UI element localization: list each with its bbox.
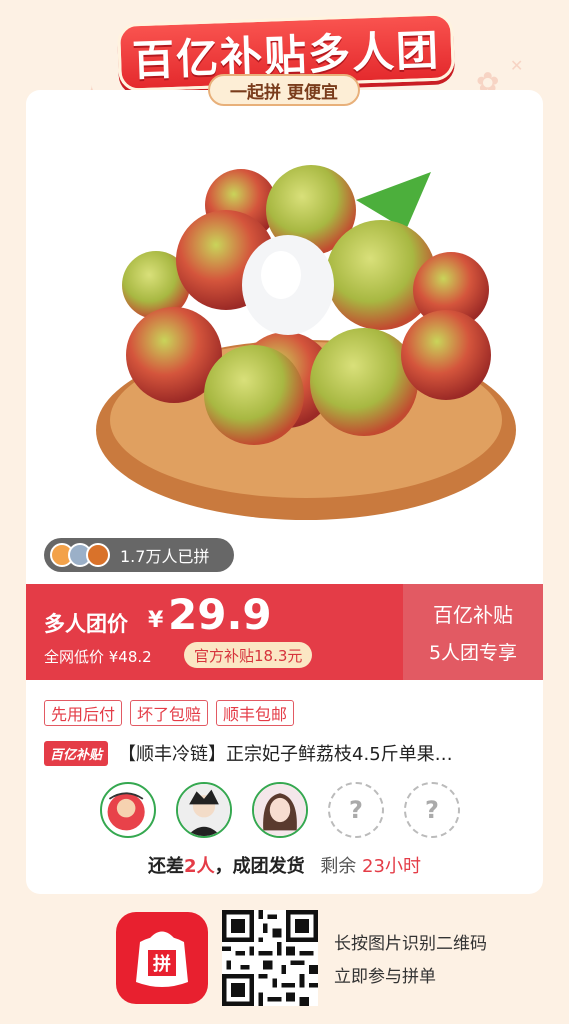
- avatar: [100, 782, 156, 838]
- price-section: 多人团价 ¥ 29.9 全网低价 ¥48.2 官方补贴18.3元: [26, 584, 403, 680]
- joined-count: 1.7万人已拼: [120, 547, 210, 566]
- subsidy-panel-title: 百亿补贴: [433, 603, 513, 627]
- joined-count-pill: 1.7万人已拼: [44, 538, 234, 572]
- group-status: 还差2人，成团发货 剩余 23小时: [26, 852, 543, 878]
- participants-row: ? ?: [100, 782, 460, 838]
- tag-damage-refund: 坏了包赔: [130, 700, 209, 726]
- empty-slot[interactable]: ?: [404, 782, 460, 838]
- avatar: [176, 782, 232, 838]
- price-bar: 多人团价 ¥ 29.9 全网低价 ¥48.2 官方补贴18.3元 百亿补贴 5人…: [26, 584, 543, 680]
- join-hint: 立即参与拼单: [334, 967, 436, 987]
- tag-pay-later: 先用后付: [44, 700, 123, 726]
- status-suffix: ，成团发货: [214, 856, 305, 877]
- tagline-badge: 一起拼 更便宜: [208, 74, 360, 106]
- subsidy-badge: 官方补贴18.3元: [184, 642, 313, 668]
- currency-symbol: ¥: [148, 608, 164, 633]
- product-title-row[interactable]: 百亿补贴 【顺丰冷链】正宗妃子鲜荔枝4.5斤单果…: [44, 740, 530, 766]
- group-price-label: 多人团价: [44, 612, 128, 636]
- product-title[interactable]: 【顺丰冷链】正宗妃子鲜荔枝4.5斤单果…: [118, 740, 453, 766]
- avatar: [86, 543, 110, 567]
- market-low-price: 全网低价 ¥48.2: [44, 648, 152, 666]
- group-size-label: 5人团专享: [428, 642, 518, 664]
- remaining-label: 剩余: [320, 856, 357, 877]
- footer: 拼 长按图片识别二维码 立即参与拼单: [0, 900, 569, 1024]
- svg-text:拼: 拼: [153, 953, 171, 975]
- scan-hint: 长按图片识别二维码: [334, 934, 487, 954]
- status-prefix: 还差: [148, 856, 185, 877]
- avatar: [252, 782, 308, 838]
- lychee-image[interactable]: [26, 90, 543, 584]
- empty-slot[interactable]: ?: [328, 782, 384, 838]
- service-tags: 先用后付 坏了包赔 顺丰包邮: [44, 700, 295, 726]
- subsidy-brand-badge: 百亿补贴: [44, 740, 109, 766]
- remaining-time: 23小时: [362, 856, 421, 877]
- qr-code-icon[interactable]: [222, 910, 318, 1006]
- pinduoduo-logo-icon: 拼: [116, 912, 208, 1004]
- missing-count: 2人: [184, 856, 215, 877]
- subsidy-panel: 百亿补贴 5人团专享: [403, 584, 543, 680]
- footer-instructions: 长按图片识别二维码 立即参与拼单: [334, 928, 487, 994]
- product-card[interactable]: 1.7万人已拼 多人团价 ¥ 29.9 全网低价 ¥48.2 官方补贴18.3元…: [26, 90, 543, 894]
- cross-icon: ✕: [510, 56, 524, 75]
- tag-free-shipping: 顺丰包邮: [216, 700, 295, 726]
- group-price: 29.9: [168, 590, 272, 639]
